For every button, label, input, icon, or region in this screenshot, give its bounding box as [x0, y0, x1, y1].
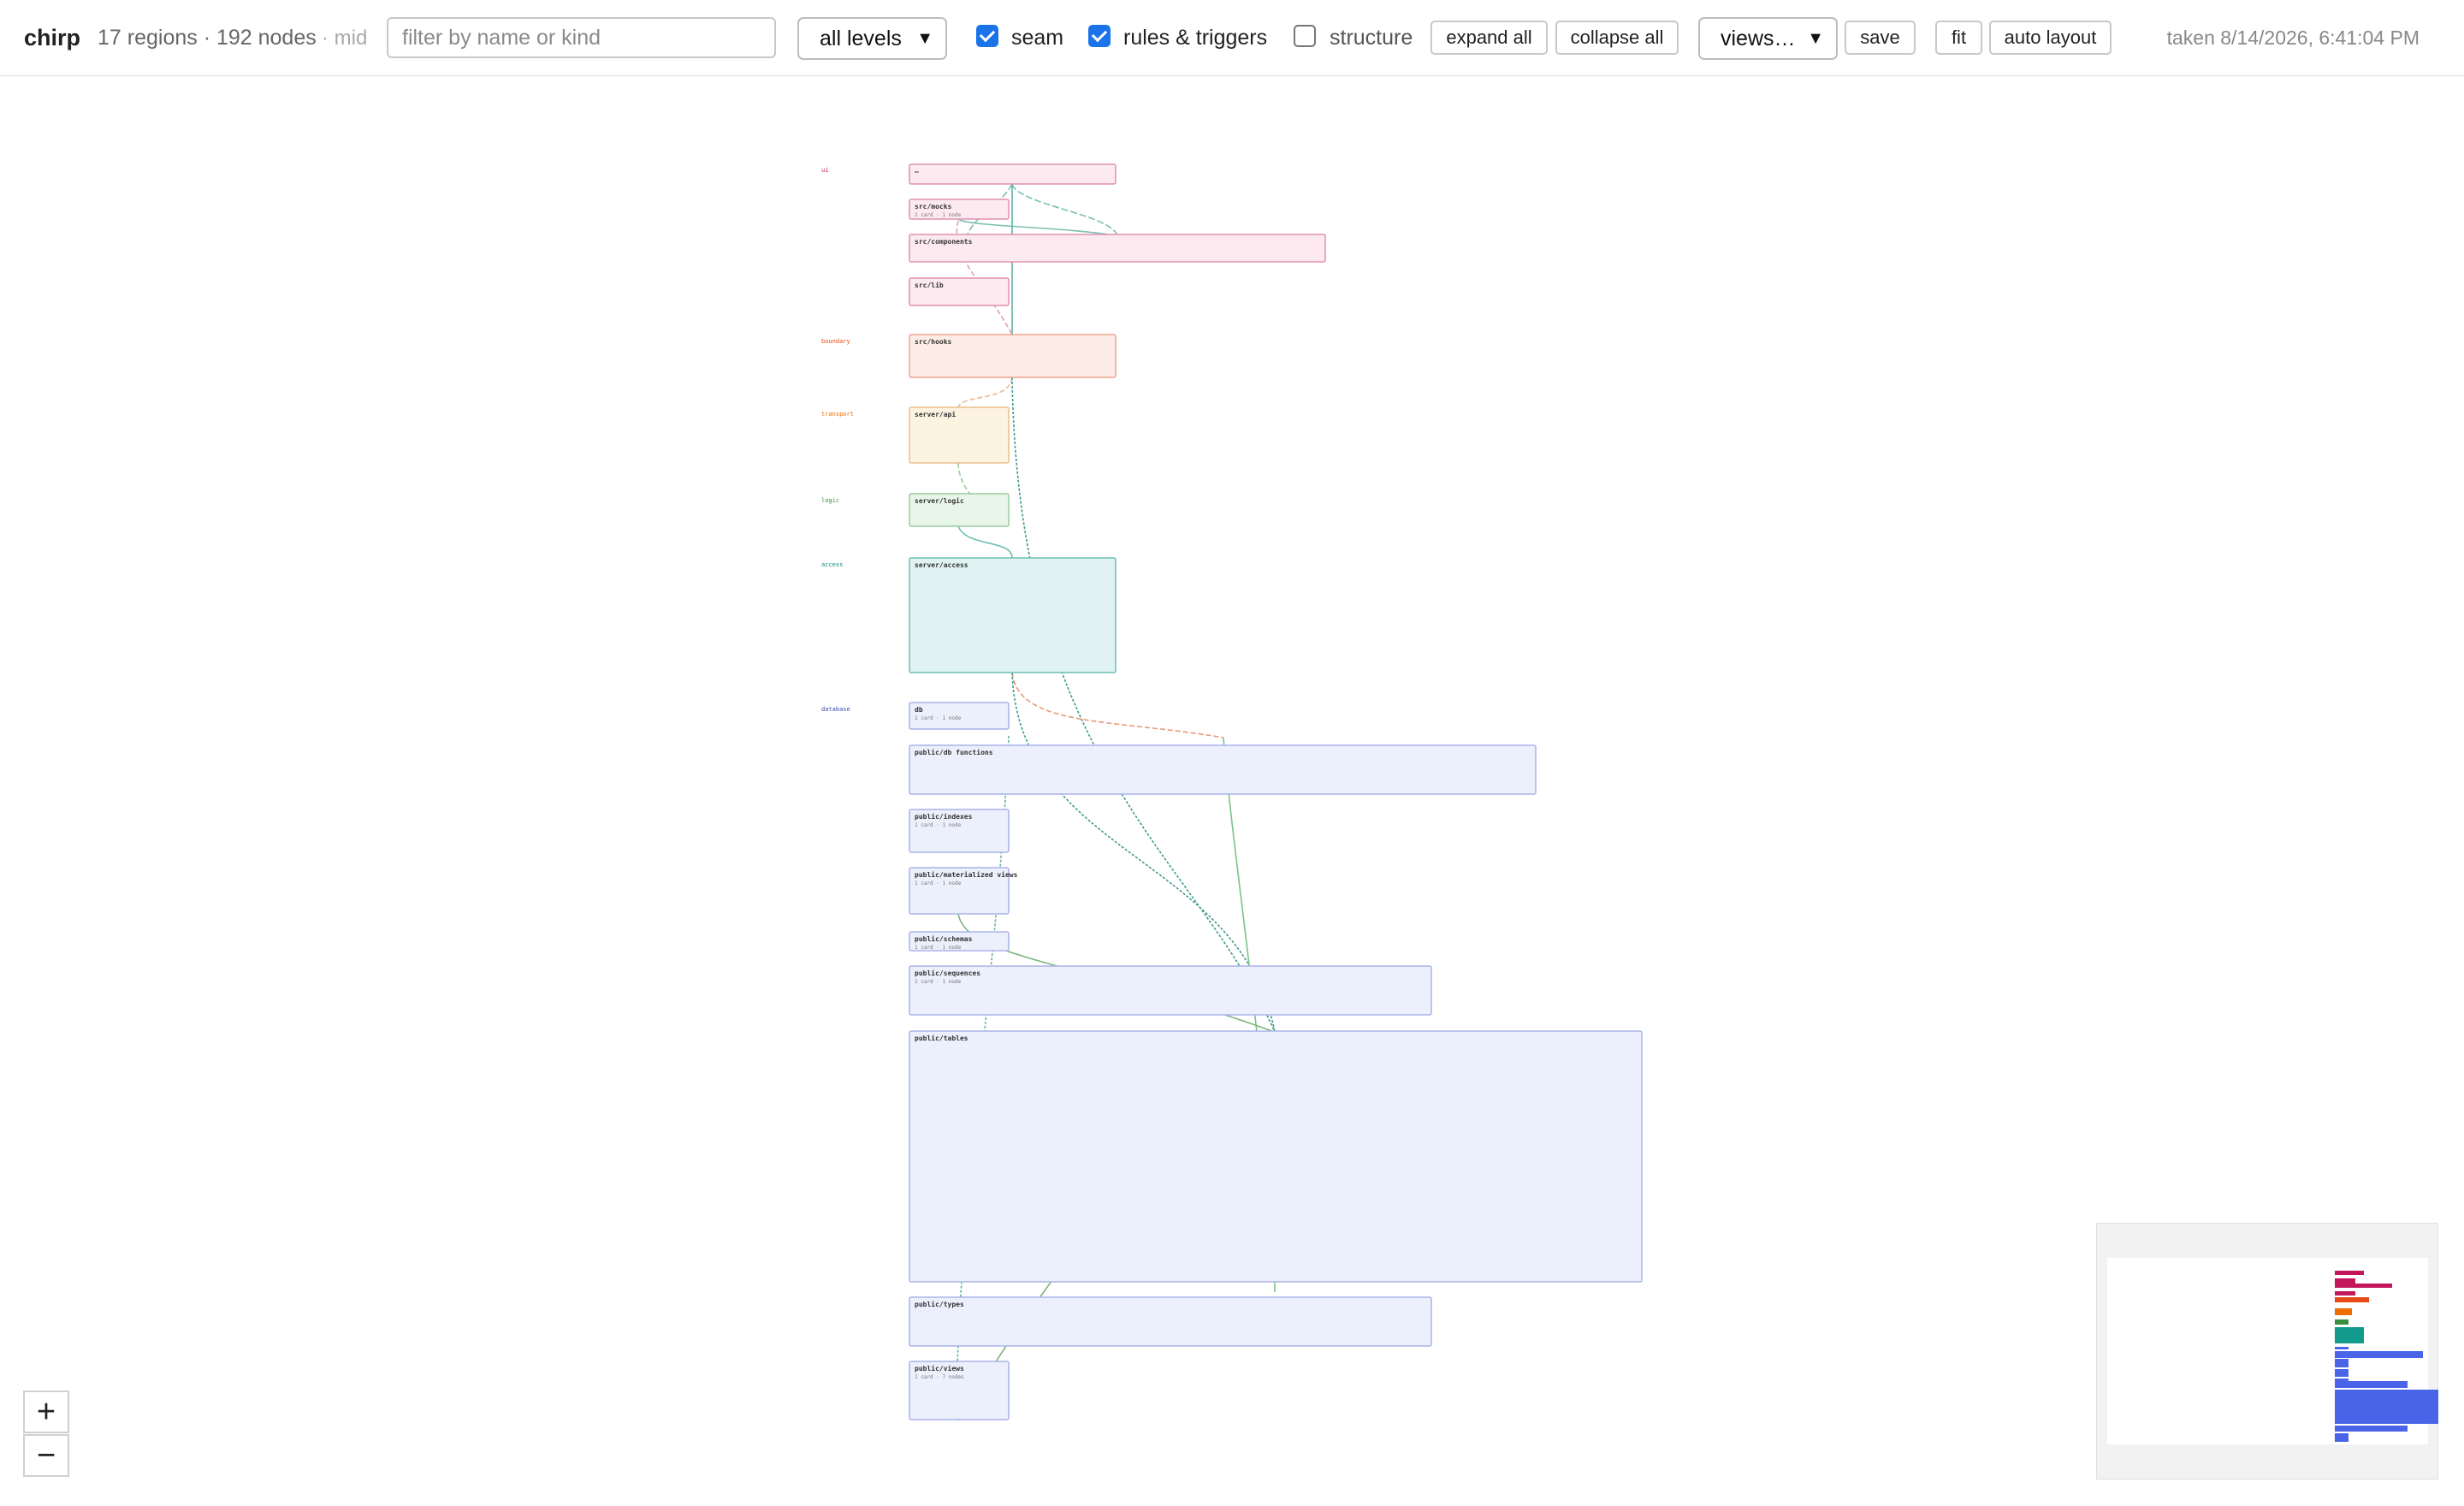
- toolbar: chirp 17 regions · 192 nodes · mid all l…: [0, 0, 2464, 76]
- views-region-sub: 1 card · 7 nodes: [915, 1374, 964, 1380]
- structure-checkbox[interactable]: [1294, 25, 1316, 47]
- zoom-in-button[interactable]: +: [23, 1390, 69, 1433]
- level-select[interactable]: all levels ▼: [797, 17, 947, 60]
- minimap-region: [2335, 1381, 2408, 1388]
- schemas-region-title: public/schemas: [915, 934, 973, 943]
- save-button[interactable]: save: [1845, 21, 1916, 55]
- types-region: [909, 1296, 1432, 1347]
- sequences-region: [909, 965, 1432, 1016]
- minimap-region: [2335, 1290, 2355, 1296]
- edge-0: [1011, 183, 1118, 237]
- layer-label-logic: logic: [821, 497, 839, 504]
- sequences-region-sub: 1 card · 1 node: [915, 979, 962, 985]
- layer-label-access: access: [821, 561, 843, 568]
- collapse-all-button[interactable]: collapse all: [1555, 21, 1679, 55]
- src-mocks-region-sub: 1 card · 1 node: [915, 212, 962, 218]
- minimap-region: [2335, 1270, 2364, 1276]
- minimap-region: [2335, 1389, 2438, 1425]
- minimap-region: [2335, 1346, 2348, 1350]
- minimap-region: [2335, 1308, 2352, 1315]
- level-select-value: all levels: [820, 26, 902, 50]
- layer-label-ui: ui: [821, 167, 828, 174]
- tables-region-title: public/tables: [915, 1034, 968, 1042]
- root-region-title: —: [915, 168, 919, 175]
- sequences-region-title: public/sequences: [915, 969, 980, 977]
- rules-triggers-label[interactable]: rules & triggers: [1123, 0, 1267, 76]
- snapshot-timestamp: taken 8/14/2026, 6:41:04 PM: [2166, 27, 2420, 49]
- edge-2: [957, 218, 1118, 237]
- db-functions-region: [909, 744, 1537, 795]
- graph-canvas[interactable]: — src/mocks 1 card · 1 node src/components s…: [0, 77, 2464, 1506]
- minimap-viewport[interactable]: [2107, 1258, 2438, 1444]
- minimap-region: [2335, 1426, 2408, 1432]
- server-access-region: [909, 557, 1116, 673]
- minimap-region: [2335, 1433, 2348, 1442]
- seam-checkbox[interactable]: [976, 25, 998, 47]
- zoom-detail-label: · mid: [322, 26, 368, 50]
- fit-button[interactable]: fit: [1935, 21, 1982, 55]
- src-mocks-region-title: src/mocks: [915, 203, 952, 210]
- rules-triggers-checkbox[interactable]: [1088, 25, 1111, 47]
- server-api-region-title: server/api: [915, 410, 956, 418]
- schemas-region-sub: 1 card · 1 node: [915, 945, 962, 951]
- edge-5: [957, 376, 1013, 408]
- app-title: chirp: [24, 25, 81, 50]
- minimap-region: [2335, 1327, 2364, 1343]
- src-lib-region-title: src/lib: [915, 281, 944, 289]
- db-region-sub: 1 card · 1 node: [915, 715, 962, 721]
- edge-9: [1011, 672, 1224, 738]
- auto-layout-button[interactable]: auto layout: [1989, 21, 2112, 55]
- region-node-count: 17 regions · 192 nodes: [98, 26, 317, 50]
- chevron-down-icon: ▼: [1807, 28, 1824, 48]
- layer-label-boundary: boundary: [821, 338, 850, 345]
- db-region-title: db: [915, 706, 923, 714]
- minimap-region: [2335, 1283, 2393, 1289]
- graph-svg[interactable]: — src/mocks 1 card · 1 node src/components s…: [0, 77, 2464, 1506]
- tables-region: [909, 1030, 1643, 1283]
- indexes-region-sub: 1 card · 1 node: [915, 822, 962, 828]
- views-select-value: views…: [1721, 26, 1796, 50]
- materialized-views-region-title: public/materialized views: [915, 870, 1018, 879]
- server-logic-region-title: server/logic: [915, 496, 964, 505]
- layer-label-database: database: [821, 706, 850, 713]
- edge-8: [1011, 376, 1276, 1033]
- filter-input[interactable]: [387, 17, 776, 58]
- types-region-title: public/types: [915, 1300, 964, 1308]
- minimap-region: [2335, 1319, 2348, 1325]
- src-components-region-title: src/components: [915, 238, 973, 246]
- materialized-views-region-sub: 1 card · 1 node: [915, 880, 962, 886]
- root-region: [909, 163, 1116, 185]
- minimap-region: [2335, 1368, 2348, 1377]
- seam-label[interactable]: seam: [1011, 0, 1063, 76]
- expand-all-button[interactable]: expand all: [1430, 21, 1548, 55]
- minimap-region: [2335, 1359, 2348, 1367]
- indexes-region-title: public/indexes: [915, 812, 973, 821]
- views-region-title: public/views: [915, 1364, 964, 1373]
- structure-label[interactable]: structure: [1330, 0, 1413, 76]
- minimap-region: [2335, 1297, 2369, 1302]
- zoom-out-button[interactable]: −: [23, 1434, 69, 1477]
- chevron-down-icon: ▼: [916, 28, 933, 48]
- db-functions-region-title: public/db functions: [915, 748, 993, 756]
- layer-label-transport: transport: [821, 411, 854, 418]
- minimap[interactable]: [2096, 1223, 2438, 1479]
- views-select[interactable]: views… ▼: [1698, 17, 1838, 60]
- edge-7: [957, 525, 1013, 559]
- src-hooks-region-title: src/hooks: [915, 338, 952, 346]
- server-access-region-title: server/access: [915, 561, 968, 569]
- minimap-region: [2335, 1351, 2423, 1358]
